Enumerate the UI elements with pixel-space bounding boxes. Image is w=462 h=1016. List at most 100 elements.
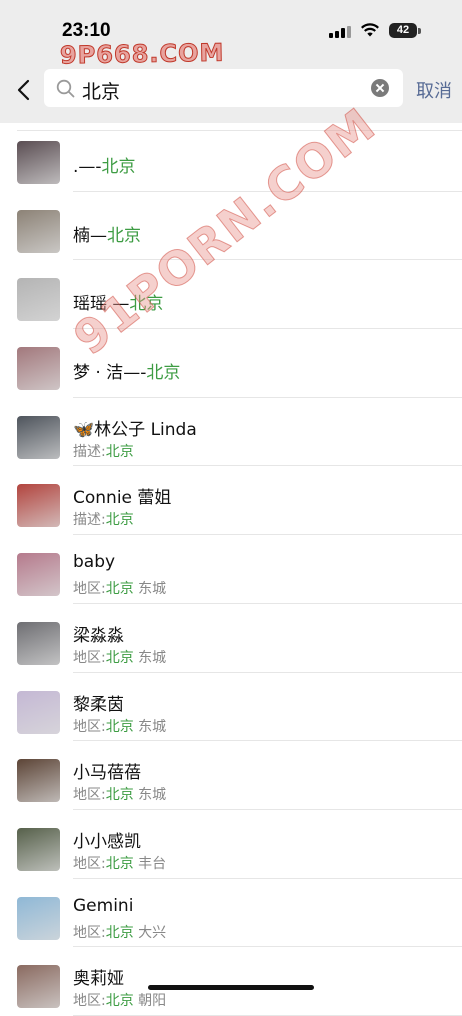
result-name: 瑶瑶 —北京 <box>73 289 163 314</box>
list-item[interactable]: Gemini 地区:北京 大兴 <box>0 879 462 948</box>
result-name: 梦 · 洁—-北京 <box>73 358 180 383</box>
result-detail: 地区:北京 大兴 <box>73 922 166 942</box>
result-detail-highlight: 北京 <box>105 649 134 666</box>
result-name-text: 🦋林公子 Linda <box>73 419 197 440</box>
avatar <box>17 347 60 391</box>
result-name: 黎柔茵 <box>73 690 124 715</box>
result-name-text: 小小感凯 <box>73 831 141 852</box>
result-name: 🦋林公子 Linda <box>73 415 197 440</box>
avatar <box>17 896 60 940</box>
result-name: baby <box>73 552 115 572</box>
result-detail-label: 地区: <box>73 787 106 804</box>
result-detail-label: 地区: <box>73 718 106 735</box>
list-item[interactable]: Connie 蕾姐 描述:北京 <box>0 466 462 535</box>
list-item[interactable]: 小马蓓蓓 地区:北京 东城 <box>0 741 462 810</box>
list-item[interactable]: 黎柔茵 地区:北京 东城 <box>0 673 462 742</box>
list-item[interactable]: 奥莉娅 地区:北京 朝阳 <box>0 947 462 1016</box>
status-time: 23:10 <box>62 20 111 41</box>
list-item[interactable]: 瑶瑶 —北京 <box>0 260 462 329</box>
result-detail-suffix: 朝阳 <box>133 993 167 1010</box>
result-detail-label: 地区: <box>73 581 106 598</box>
result-detail-suffix: 东城 <box>133 581 167 598</box>
result-detail-suffix: 大兴 <box>133 924 167 941</box>
result-name: Gemini <box>73 896 133 916</box>
result-name: 梁淼淼 <box>73 621 124 646</box>
search-input[interactable]: 北京 <box>44 69 403 107</box>
result-name-text: 瑶瑶 — <box>73 294 130 315</box>
result-name-highlight: 北京 <box>129 294 164 315</box>
result-detail: 地区:北京 东城 <box>73 784 166 804</box>
result-detail-highlight: 北京 <box>105 993 134 1010</box>
result-name: Connie 蕾姐 <box>73 483 171 508</box>
search-query[interactable]: 北京 <box>82 77 120 104</box>
result-detail-highlight: 北京 <box>105 718 134 735</box>
result-detail-label: 地区: <box>73 993 106 1010</box>
result-name-text: baby <box>73 552 116 573</box>
result-detail: 描述:北京 <box>73 441 134 461</box>
back-chevron-icon[interactable] <box>14 78 34 102</box>
result-name: 小马蓓蓓 <box>73 758 141 783</box>
avatar <box>17 141 60 184</box>
avatar <box>17 484 60 528</box>
result-detail: 地区:北京 东城 <box>73 647 166 667</box>
result-detail-highlight: 北京 <box>105 855 134 872</box>
result-name: 楠—北京 <box>73 221 141 246</box>
result-name-text: 梁淼淼 <box>73 625 124 646</box>
avatar <box>17 759 60 803</box>
result-name-text: 奥莉娅 <box>73 969 124 990</box>
result-detail-label: 地区: <box>73 924 106 941</box>
result-name-text: 楠— <box>73 225 107 246</box>
result-detail-highlight: 北京 <box>105 512 134 529</box>
avatar <box>17 827 60 871</box>
avatar <box>17 415 60 459</box>
result-detail-label: 描述: <box>73 443 106 460</box>
search-results-list: .—-北京 楠—北京 瑶瑶 —北京梦 · 洁—-北京 🦋林公子 Linda 描述:北京 C… <box>0 123 462 1016</box>
result-name-text: 小马蓓蓓 <box>73 763 141 784</box>
result-detail-highlight: 北京 <box>105 787 134 804</box>
list-item[interactable]: 梦 · 洁—-北京 <box>0 329 462 398</box>
wifi-icon <box>361 23 379 37</box>
result-name: 奥莉娅 <box>73 964 124 989</box>
avatar <box>17 965 60 1009</box>
result-detail-highlight: 北京 <box>105 924 134 941</box>
result-name-text: 黎柔茵 <box>73 694 124 715</box>
watermark-top: 9P668.COM <box>59 38 225 70</box>
result-name: 小小感凯 <box>73 827 141 852</box>
result-name-highlight: 北京 <box>146 363 181 384</box>
avatar <box>17 690 60 734</box>
result-detail: 描述:北京 <box>73 509 134 529</box>
result-detail: 地区:北京 朝阳 <box>73 990 166 1010</box>
result-name-text: Gemini <box>73 895 134 916</box>
result-detail-suffix: 丰台 <box>133 855 167 872</box>
result-detail-label: 地区: <box>73 855 106 872</box>
battery-indicator: 42 <box>389 23 417 38</box>
result-name-highlight: 北京 <box>107 225 141 246</box>
result-detail-suffix: 东城 <box>133 787 167 804</box>
avatar <box>17 278 60 322</box>
result-detail-suffix: 东城 <box>133 649 167 666</box>
list-item[interactable]: 🦋林公子 Linda 描述:北京 <box>0 398 462 467</box>
list-item[interactable]: 梁淼淼 地区:北京 东城 <box>0 604 462 673</box>
avatar <box>17 553 60 597</box>
list-item[interactable]: 小小感凯 地区:北京 丰台 <box>0 810 462 879</box>
battery-tip <box>418 28 421 34</box>
status-bar: 23:10 42 <box>0 0 462 44</box>
search-icon <box>56 79 75 98</box>
result-detail: 地区:北京 丰台 <box>73 853 166 873</box>
cancel-button[interactable]: 取消 <box>416 77 452 103</box>
cellular-signal-icon <box>329 26 351 38</box>
list-item[interactable]: baby 地区:北京 东城 <box>0 535 462 604</box>
avatar <box>17 621 60 665</box>
clear-icon[interactable] <box>371 79 389 97</box>
list-item[interactable]: .—-北京 <box>0 123 462 192</box>
result-detail: 地区:北京 东城 <box>73 578 166 598</box>
result-name: .—-北京 <box>73 152 136 177</box>
list-item[interactable]: 楠—北京 <box>0 192 462 261</box>
result-detail-suffix: 东城 <box>133 718 167 735</box>
avatar <box>17 209 60 253</box>
result-name-text: .—- <box>73 157 102 177</box>
result-detail-label: 描述: <box>73 512 106 529</box>
result-detail-label: 地区: <box>73 649 106 666</box>
result-name-highlight: 北京 <box>101 157 136 177</box>
result-detail: 地区:北京 东城 <box>73 716 166 736</box>
